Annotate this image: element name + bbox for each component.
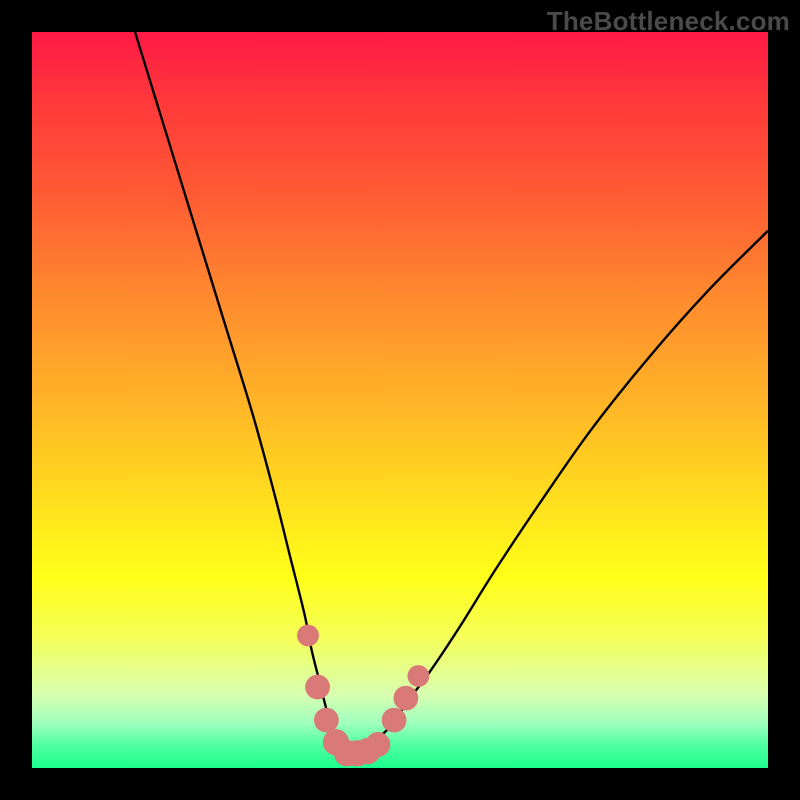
watermark-text: TheBottleneck.com bbox=[547, 6, 790, 37]
curve-marker bbox=[408, 666, 429, 687]
curve-marker bbox=[382, 708, 406, 732]
curve-marker bbox=[298, 625, 319, 646]
bottleneck-curve bbox=[135, 32, 768, 754]
curve-markers bbox=[298, 625, 429, 766]
curve-marker bbox=[394, 686, 418, 710]
chart-frame: TheBottleneck.com bbox=[0, 0, 800, 800]
chart-plot-area bbox=[32, 32, 768, 768]
curve-marker bbox=[306, 675, 330, 699]
curve-marker bbox=[366, 733, 390, 757]
curve-marker bbox=[315, 708, 339, 732]
chart-svg bbox=[32, 32, 768, 768]
